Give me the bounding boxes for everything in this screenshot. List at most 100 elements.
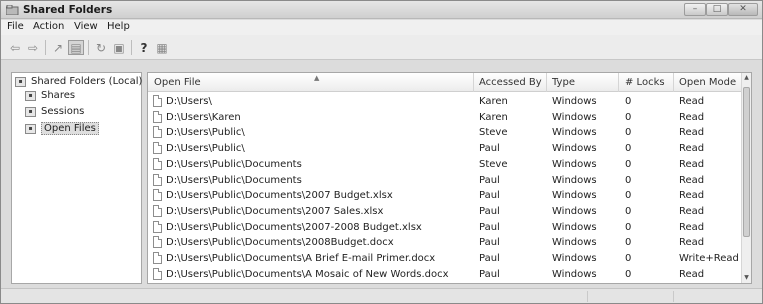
cell-open-mode: Read — [679, 174, 705, 186]
cell-open-mode: Read — [679, 237, 705, 249]
cell-open-mode: Write+Read — [679, 253, 739, 264]
file-icon — [153, 157, 162, 170]
toolbar: ⇦ ⇨ ↗ ▤ ↻ ▣ ? ▦ — [1, 35, 762, 60]
file-icon — [153, 142, 162, 155]
file-icon — [153, 220, 162, 233]
title-bar[interactable]: Shared Folders – □ ✕ — [1, 1, 762, 19]
table-row[interactable]: D:\Users\Public\Documents\2007-2008 Budg… — [148, 219, 751, 235]
cell-locks: 0 — [625, 205, 632, 217]
tree-item-root[interactable]: ▪ Shared Folders (Local) — [15, 76, 142, 87]
column-open-mode[interactable]: Open Mode — [679, 77, 736, 88]
cell-open-file: D:\Users\ — [166, 96, 212, 107]
cell-type: Windows — [552, 127, 597, 139]
help-icon[interactable]: ? — [136, 40, 152, 55]
tree-item-label: Shares — [41, 90, 76, 101]
cell-type: Windows — [552, 174, 597, 186]
cell-locks: 0 — [625, 190, 632, 202]
sessions-folder-icon: ▪ — [25, 106, 36, 117]
cell-open-file: D:\Users\Public\Documents\2007-2008 Budg… — [166, 221, 422, 233]
table-row[interactable]: D:\Users\Public\Documents\2007 Budget.xl… — [148, 187, 751, 203]
close-button[interactable]: ✕ — [728, 3, 758, 16]
minimize-button[interactable]: – — [684, 3, 706, 16]
menu-help[interactable]: Help — [107, 21, 130, 32]
toolbar-separator — [131, 40, 132, 55]
toolbar-separator — [88, 40, 89, 55]
tree-item-label: Sessions — [41, 106, 85, 117]
cell-open-file: D:\Users\Karen — [166, 111, 241, 123]
cell-accessed-by: Steve — [479, 158, 508, 170]
cell-accessed-by: Paul — [479, 268, 500, 280]
menu-file[interactable]: File — [7, 21, 24, 32]
column-divider[interactable] — [473, 73, 474, 92]
cell-open-mode: Read — [679, 111, 705, 123]
vertical-scrollbar[interactable]: ▲ ▼ — [741, 73, 751, 283]
cell-type: Windows — [552, 190, 597, 202]
cell-open-file: D:\Users\Public\Documents\A Brief E-mail… — [166, 253, 436, 264]
forward-arrow-icon[interactable]: ⇨ — [25, 40, 41, 55]
cell-accessed-by: Steve — [479, 127, 508, 139]
tree-item-shares[interactable]: ▪ Shares — [25, 90, 75, 101]
file-icon — [153, 110, 162, 123]
shared-folders-icon — [6, 5, 19, 15]
scroll-down-icon[interactable]: ▼ — [742, 273, 751, 283]
cell-open-mode: Read — [679, 190, 705, 202]
table-row[interactable]: D:\Users\ Karen Windows 0 Read — [148, 93, 751, 109]
cell-locks: 0 — [625, 158, 632, 170]
maximize-button[interactable]: □ — [706, 3, 728, 16]
open-files-list: Open File ▲ Accessed By Type # Locks Ope… — [147, 72, 752, 284]
table-row[interactable]: D:\Users\Public\Documents\A Brief E-mail… — [148, 250, 751, 266]
table-row[interactable]: D:\Users\Public\ Paul Windows 0 Read — [148, 140, 751, 156]
cell-accessed-by: Karen — [479, 111, 508, 123]
export-list-icon[interactable]: ▣ — [111, 40, 127, 55]
table-row[interactable]: D:\Users\Public\Documents\2008Budget.doc… — [148, 234, 751, 250]
cell-locks: 0 — [625, 268, 632, 280]
file-icon — [153, 252, 162, 264]
column-divider[interactable] — [546, 73, 547, 92]
back-arrow-icon[interactable]: ⇦ — [7, 40, 23, 55]
refresh-icon[interactable]: ↻ — [93, 40, 109, 55]
tree-item-open-files[interactable]: ▪ Open Files — [25, 122, 99, 135]
cell-locks: 0 — [625, 253, 632, 264]
table-row[interactable]: D:\Users\Public\Documents\2007 Sales.xls… — [148, 203, 751, 219]
cell-type: Windows — [552, 221, 597, 233]
shares-folder-icon: ▪ — [25, 90, 36, 101]
properties-icon[interactable]: ▦ — [154, 40, 170, 55]
tree-item-label: Shared Folders (Local) — [31, 76, 143, 87]
show-hide-tree-icon[interactable]: ▤ — [68, 40, 84, 55]
cell-open-mode: Read — [679, 158, 705, 170]
column-accessed-by[interactable]: Accessed By — [479, 77, 542, 88]
table-row[interactable]: D:\Users\Public\Documents Steve Windows 0 Re… — [148, 156, 751, 172]
column-open-file[interactable]: Open File — [154, 77, 201, 88]
cell-locks: 0 — [625, 127, 632, 139]
cell-accessed-by: Paul — [479, 253, 500, 264]
tree-item-sessions[interactable]: ▪ Sessions — [25, 106, 84, 117]
scroll-thumb[interactable] — [743, 87, 750, 237]
cell-open-mode: Read — [679, 143, 705, 155]
cell-type: Windows — [552, 268, 597, 280]
file-icon — [153, 189, 162, 202]
column-divider[interactable] — [618, 73, 619, 92]
table-row[interactable]: D:\Users\Karen Karen Windows 0 Read — [148, 109, 751, 125]
table-row[interactable]: D:\Users\Public\ Steve Windows 0 Read — [148, 124, 751, 140]
file-icon — [153, 173, 162, 186]
cell-locks: 0 — [625, 174, 632, 186]
cell-open-mode: Read — [679, 205, 705, 217]
cell-type: Windows — [552, 158, 597, 170]
table-row[interactable]: D:\Users\Public\Documents\A Mosaic of Ne… — [148, 266, 751, 282]
column-divider[interactable] — [673, 73, 674, 92]
column-type[interactable]: Type — [552, 77, 575, 88]
up-folder-icon[interactable]: ↗ — [50, 40, 66, 55]
scroll-up-icon[interactable]: ▲ — [742, 73, 751, 83]
cell-accessed-by: Paul — [479, 190, 500, 202]
cell-open-file: D:\Users\Public\Documents\2008Budget.doc… — [166, 237, 394, 249]
file-icon — [153, 204, 162, 217]
menu-action[interactable]: Action — [33, 21, 64, 32]
menu-bar: File Action View Help — [1, 20, 762, 35]
cell-type: Windows — [552, 253, 597, 264]
file-icon — [153, 236, 162, 249]
column-locks[interactable]: # Locks — [625, 77, 665, 88]
menu-view[interactable]: View — [74, 21, 98, 32]
table-row[interactable]: D:\Users\Public\Documents Paul Windows 0 Rea… — [148, 172, 751, 188]
cell-open-mode: Read — [679, 221, 705, 233]
cell-accessed-by: Paul — [479, 143, 500, 155]
